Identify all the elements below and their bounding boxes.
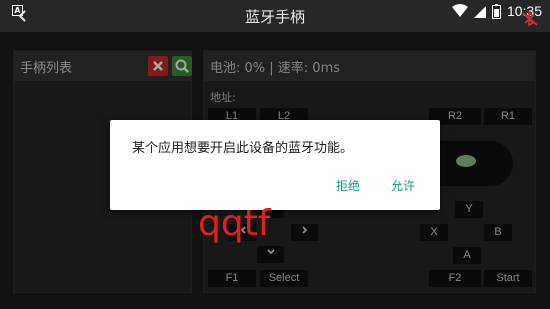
bluetooth-permission-dialog: 某个应用想要开启此设备的蓝牙功能。 拒绝 允许 — [110, 120, 440, 210]
dialog-message: 某个应用想要开启此设备的蓝牙功能。 — [132, 141, 354, 156]
handwritten-annotation: qqtf — [198, 203, 272, 244]
wifi-icon — [451, 4, 468, 17]
sim-icon — [473, 6, 486, 18]
bluetooth-off-icon[interactable] — [522, 12, 538, 26]
title-bar: A 蓝牙手柄 10:35 — [0, 0, 550, 32]
battery-icon — [491, 3, 501, 19]
deny-button[interactable]: 拒绝 — [336, 177, 360, 194]
svg-text:qqtf: qqtf — [198, 203, 272, 244]
allow-button[interactable]: 允许 — [391, 177, 415, 194]
